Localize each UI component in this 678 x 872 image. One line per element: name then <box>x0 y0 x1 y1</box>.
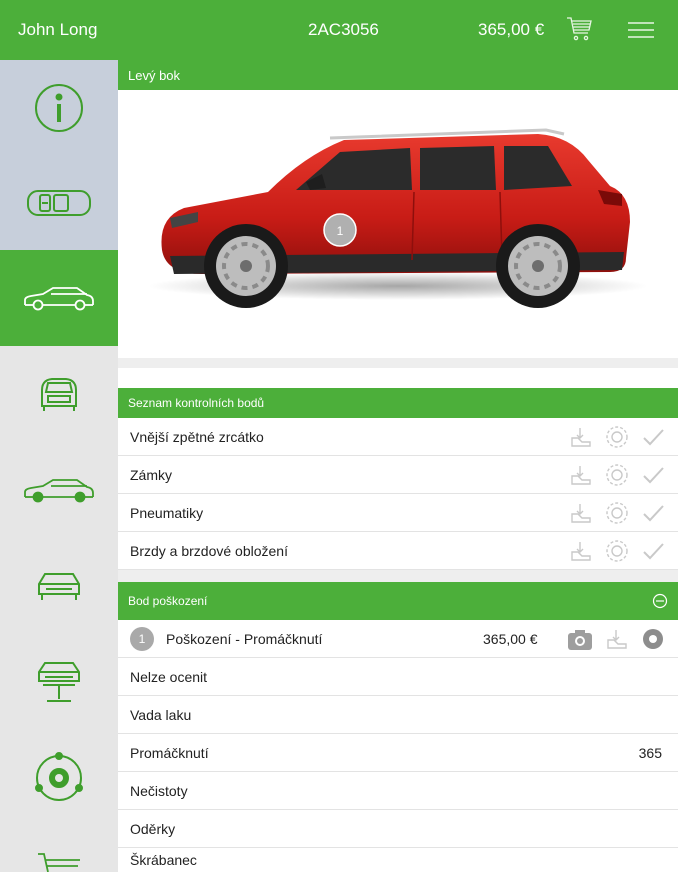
car-side-image: 1 <box>148 128 648 308</box>
checklist-actions <box>568 462 666 488</box>
checklist-actions <box>568 538 666 564</box>
checklist-item[interactable]: Vnější zpětné zrcátko <box>118 418 678 456</box>
gear-icon[interactable] <box>604 500 630 526</box>
sidebar <box>0 60 118 872</box>
checklist-actions <box>568 424 666 450</box>
damage-point-row[interactable]: 1 Poškození - Promáčknutí 365,00 € <box>118 620 678 658</box>
separator <box>118 570 678 582</box>
checklist-item[interactable]: Zámky <box>118 456 678 494</box>
hamburger-menu-icon[interactable] <box>628 20 654 40</box>
info-icon <box>35 83 83 132</box>
cart-icon[interactable] <box>564 14 594 44</box>
wheel-check-icon <box>35 752 83 801</box>
top-bar: John Long 2AC3056 365,00 € <box>0 0 678 60</box>
sidebar-item-info[interactable] <box>0 60 118 155</box>
checklist-item-label: Brzdy a brzdové obložení <box>130 542 288 559</box>
car-window-middle <box>420 146 496 190</box>
rear-wheel <box>496 224 580 308</box>
sidebar-item-rear-view[interactable] <box>0 346 118 442</box>
checklist-header: Seznam kontrolních bodů <box>118 388 678 418</box>
damage-type-row[interactable]: Oděrky <box>118 810 678 848</box>
check-icon[interactable] <box>640 500 666 526</box>
sidebar-item-top-view[interactable] <box>0 155 118 250</box>
hand-icon[interactable] <box>568 538 594 564</box>
sidebar-item-cart[interactable] <box>0 826 118 872</box>
hand-icon[interactable] <box>568 424 594 450</box>
checklist-actions <box>568 500 666 526</box>
gear-icon[interactable] <box>604 538 630 564</box>
view-title-bar: Levý bok <box>118 60 678 90</box>
camera-icon[interactable] <box>566 626 594 652</box>
damage-title: Bod poškození <box>128 594 208 608</box>
check-icon[interactable] <box>640 424 666 450</box>
damage-point-label: Poškození - Promáčknutí <box>166 630 323 647</box>
gear-icon[interactable] <box>604 462 630 488</box>
damage-marker[interactable]: 1 <box>323 213 357 247</box>
damage-type-row[interactable]: Nečistoty <box>118 772 678 810</box>
hand-icon[interactable] <box>568 500 594 526</box>
check-icon[interactable] <box>640 538 666 564</box>
checklist-item-label: Pneumatiky <box>130 504 204 521</box>
gear-icon[interactable] <box>604 424 630 450</box>
sidebar-item-side-view[interactable] <box>0 250 118 346</box>
car-side-view-icon <box>24 287 94 311</box>
sidebar-item-front-view[interactable] <box>0 538 118 634</box>
front-wheel <box>204 224 288 308</box>
sidebar-item-wheel-check[interactable] <box>0 730 118 826</box>
car-lift-icon <box>38 662 80 702</box>
damage-header: Bod poškození <box>118 582 678 620</box>
collapse-icon[interactable] <box>652 593 668 609</box>
damage-type-label: Nečistoty <box>130 782 188 799</box>
check-icon[interactable] <box>640 462 666 488</box>
car-front-view-icon <box>38 573 80 600</box>
car-top-view-icon <box>27 189 91 216</box>
user-name[interactable]: John Long <box>18 20 97 40</box>
damage-type-label: Oděrky <box>130 820 176 837</box>
damage-number-badge: 1 <box>130 626 154 651</box>
checklist-item-label: Vnější zpětné zrcátko <box>130 428 264 445</box>
damage-type-label: Nelze ocenit <box>130 668 208 685</box>
checklist-title: Seznam kontrolních bodů <box>128 396 265 410</box>
svg-text:1: 1 <box>337 224 344 238</box>
sidebar-item-lift[interactable] <box>0 634 118 730</box>
damage-type-label: Vada laku <box>130 706 192 723</box>
separator <box>118 358 678 368</box>
gear-icon[interactable] <box>640 626 666 652</box>
damage-type-value: 365 <box>638 744 662 761</box>
total-price: 365,00 € <box>478 20 545 39</box>
damage-type-row[interactable]: Promáčknutí 365 <box>118 734 678 772</box>
checklist-item[interactable]: Brzdy a brzdové obložení <box>118 532 678 570</box>
damage-actions <box>566 626 666 652</box>
car-rear-view-icon <box>41 378 77 411</box>
damage-type-row[interactable]: Vada laku <box>118 696 678 734</box>
vehicle-id: 2AC3056 <box>308 20 379 39</box>
damage-type-label: Škrábanec <box>130 852 197 868</box>
cart-icon <box>38 853 80 872</box>
view-title: Levý bok <box>128 67 181 83</box>
sidebar-item-side-view-2[interactable] <box>0 442 118 538</box>
main-content: Levý bok 1 Seznam kontrolních bodů Vnějš… <box>118 60 678 872</box>
checklist-item-label: Zámky <box>130 466 172 483</box>
damage-price: 365,00 € <box>483 630 538 647</box>
damage-type-row[interactable]: Nelze ocenit <box>118 658 678 696</box>
hand-icon[interactable] <box>568 462 594 488</box>
checklist-item[interactable]: Pneumatiky <box>118 494 678 532</box>
car-side-view-icon <box>24 479 94 503</box>
car-view: 1 <box>118 90 678 358</box>
hand-icon[interactable] <box>604 626 630 652</box>
damage-type-label: Promáčknutí <box>130 744 209 761</box>
damage-type-row[interactable]: Škrábanec <box>118 848 678 872</box>
